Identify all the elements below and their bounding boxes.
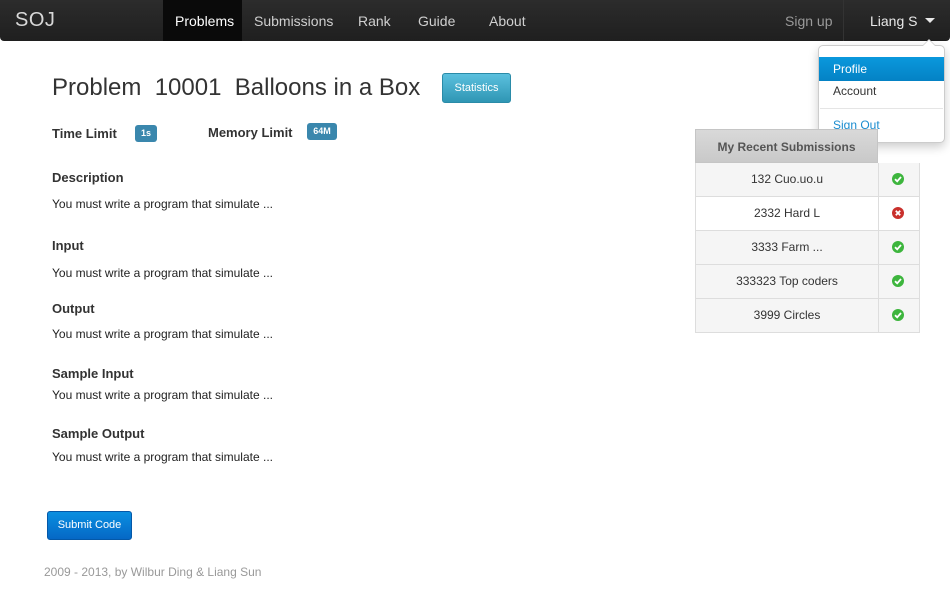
submission-status [879,197,919,230]
time-limit-badge: 1s [135,125,157,142]
nav-about[interactable]: About [477,0,538,41]
submission-name[interactable]: 2332 Hard L [696,197,879,230]
submission-name[interactable]: 333323 Top coders [696,265,879,298]
input-heading: Input [52,238,84,253]
recent-submissions-heading: My Recent Submissions [695,129,878,163]
user-menu-toggle[interactable]: Liang S [856,0,947,41]
top-navbar: SOJ Problems Submissions Rank Guide Abou… [0,0,950,41]
submission-name[interactable]: 132 Cuo.uo.u [696,163,879,196]
cross-icon [892,207,904,219]
nav-submissions[interactable]: Submissions [242,0,345,41]
nav-problems[interactable]: Problems [163,0,242,41]
sample-input-text: You must write a program that simulate .… [52,388,273,402]
time-limit-label: Time Limit [52,126,117,141]
submission-row[interactable]: 3333 Farm ... [695,231,920,265]
statistics-button[interactable]: Statistics [442,73,511,103]
submission-status [879,299,919,332]
output-text: You must write a program that simulate .… [52,327,273,341]
submission-row[interactable]: 3999 Circles [695,299,920,333]
submission-row[interactable]: 2332 Hard L [695,197,920,231]
footer-copyright: 2009 - 2013, by Wilbur Ding & Liang Sun [44,565,262,579]
submission-status [879,163,919,196]
memory-limit-label: Memory Limit [208,125,293,140]
nav-guide[interactable]: Guide [406,0,467,41]
submission-row[interactable]: 132 Cuo.uo.u [695,163,920,197]
sample-input-heading: Sample Input [52,366,134,381]
submission-status [879,265,919,298]
submit-code-button[interactable]: Submit Code [47,511,132,540]
check-icon [892,309,904,321]
sample-output-heading: Sample Output [52,426,145,441]
caret-down-icon [925,18,936,23]
nav-divider [843,0,844,41]
description-heading: Description [52,170,124,185]
sample-output-text: You must write a program that simulate .… [52,450,273,464]
output-heading: Output [52,301,95,316]
nav-rank[interactable]: Rank [346,0,403,41]
page-title: Problem 10001 Balloons in a Box [52,74,421,101]
check-icon [892,241,904,253]
input-text: You must write a program that simulate .… [52,266,273,280]
menu-item-account[interactable]: Account [819,79,944,103]
user-name: Liang S [870,13,918,29]
brand-logo[interactable]: SOJ [15,9,55,32]
submission-name[interactable]: 3333 Farm ... [696,231,879,264]
memory-limit-badge: 64M [307,123,337,140]
submission-name[interactable]: 3999 Circles [696,299,879,332]
check-icon [892,275,904,287]
menu-divider [820,108,943,109]
menu-item-profile[interactable]: Profile [819,57,944,81]
check-icon [892,173,904,185]
nav-signup[interactable]: Sign up [774,0,843,41]
description-text: You must write a program that simulate .… [52,197,273,211]
submission-status [879,231,919,264]
submission-row[interactable]: 333323 Top coders [695,265,920,299]
